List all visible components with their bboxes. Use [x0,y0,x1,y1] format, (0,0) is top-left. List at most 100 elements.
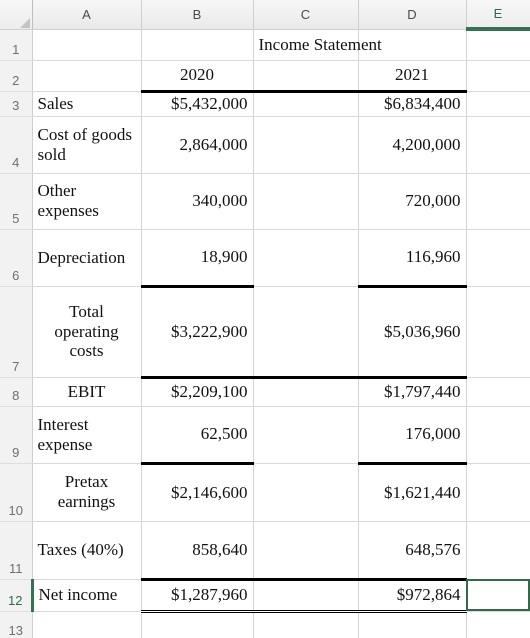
cell-d9[interactable]: 176,000 [358,406,467,465]
cell-e7[interactable] [466,286,530,378]
cell-c11[interactable] [253,521,359,581]
cell-a12[interactable]: Net income [32,579,142,612]
row-header-3[interactable]: 3 [0,91,33,117]
cell-d11[interactable]: 648,576 [358,521,467,581]
cell-d13[interactable] [358,611,467,638]
sheet-table: A B C D E 1 Income Statement 2 2020 2021… [0,0,530,638]
cell-b5[interactable]: 340,000 [141,173,254,230]
cell-a2[interactable] [32,60,142,92]
cell-c10[interactable] [253,463,359,522]
cell-d3[interactable]: $6,834,400 [358,91,467,117]
cell-d10[interactable]: $1,621,440 [358,463,467,522]
cell-b11[interactable]: 858,640 [141,521,254,581]
row-header-9[interactable]: 9 [0,406,33,464]
cell-c5[interactable] [253,173,359,230]
table-row: 2 2020 2021 [0,60,530,93]
row-header-5[interactable]: 5 [0,173,33,230]
cell-d2[interactable]: 2021 [358,60,467,93]
cell-a9[interactable]: Interest expense [32,406,142,464]
select-all-corner[interactable] [0,0,33,30]
cell-d12[interactable]: $972,864 [358,579,467,613]
table-row: 11 Taxes (40%) 858,640 648,576 [0,521,530,581]
cell-e11[interactable] [466,521,530,580]
cell-c2[interactable] [253,60,359,93]
table-row: 7 Total operating costs $3,222,900 $5,03… [0,286,530,379]
column-header-d[interactable]: D [358,0,467,30]
table-row: 4 Cost of goods sold 2,864,000 4,200,000 [0,116,530,174]
cell-b1[interactable] [141,29,254,61]
cell-c12[interactable] [253,579,359,613]
cell-e6[interactable] [466,229,530,287]
cell-b7[interactable]: $3,222,900 [141,286,254,379]
cell-e5[interactable] [466,173,530,230]
row-header-6[interactable]: 6 [0,229,33,287]
cell-c9[interactable] [253,406,359,464]
row-header-1[interactable]: 1 [0,29,33,61]
cell-e12[interactable] [466,579,530,612]
cell-d4[interactable]: 4,200,000 [358,116,467,174]
table-row: 13 [0,611,530,638]
row-header-4[interactable]: 4 [0,116,33,174]
cell-a5[interactable]: Other expenses [32,173,142,230]
row-header-13[interactable]: 13 [0,611,33,638]
cell-d7[interactable]: $5,036,960 [358,286,467,379]
cell-e2[interactable] [466,60,530,92]
cell-a7[interactable]: Total operating costs [32,286,142,378]
table-row: 1 Income Statement [0,29,530,61]
cell-a10[interactable]: Pretax earnings [32,463,142,522]
cell-c6[interactable] [253,229,359,287]
cell-b12[interactable]: $1,287,960 [141,579,254,613]
row-header-2[interactable]: 2 [0,60,33,92]
spreadsheet-grid[interactable]: A B C D E 1 Income Statement 2 2020 2021… [0,0,530,638]
cell-d8[interactable]: $1,797,440 [358,377,467,407]
row-header-12[interactable]: 12 [0,579,34,612]
table-row: 6 Depreciation 18,900 116,960 [0,229,530,288]
cell-c3[interactable] [253,91,359,117]
cell-e4[interactable] [466,116,530,174]
cell-d5[interactable]: 720,000 [358,173,467,230]
cell-d6[interactable]: 116,960 [358,229,467,288]
column-header-b[interactable]: B [141,0,254,30]
column-header-e[interactable]: E [466,0,530,31]
cell-b4[interactable]: 2,864,000 [141,116,254,174]
cell-c8[interactable] [253,377,359,407]
cell-e10[interactable] [466,463,530,522]
select-all-triangle-icon [19,17,30,28]
cell-a4[interactable]: Cost of goods sold [32,116,142,174]
cell-b2[interactable]: 2020 [141,60,254,93]
cell-b9[interactable]: 62,500 [141,406,254,465]
column-header-row: A B C D E [0,0,530,31]
table-row: 5 Other expenses 340,000 720,000 [0,173,530,230]
cell-a1[interactable] [32,29,142,61]
table-row: 12 Net income $1,287,960 $972,864 [0,579,530,613]
cell-c4[interactable] [253,116,359,174]
table-row: 10 Pretax earnings $2,146,600 $1,621,440 [0,463,530,522]
cell-e3[interactable] [466,91,530,117]
cell-a11[interactable]: Taxes (40%) [32,521,142,580]
cell-c13[interactable] [253,611,359,638]
cell-e1[interactable] [466,29,530,61]
cell-b8[interactable]: $2,209,100 [141,377,254,407]
cell-b3[interactable]: $5,432,000 [141,91,254,117]
cell-c7[interactable] [253,286,359,379]
row-header-7[interactable]: 7 [0,286,33,378]
cell-b10[interactable]: $2,146,600 [141,463,254,522]
row-header-8[interactable]: 8 [0,377,33,407]
cell-a3[interactable]: Sales [32,91,142,117]
cell-b13[interactable] [141,611,254,638]
cell-c1[interactable]: Income Statement [253,29,382,61]
cell-e13[interactable] [466,611,530,638]
column-header-c[interactable]: C [253,0,359,30]
cell-e9[interactable] [466,406,530,464]
column-header-a[interactable]: A [32,0,142,30]
table-row: 8 EBIT $2,209,100 $1,797,440 [0,377,530,407]
cell-a13[interactable] [32,611,142,638]
row-header-11[interactable]: 11 [0,521,33,580]
cell-b6[interactable]: 18,900 [141,229,254,288]
cell-a8[interactable]: EBIT [32,377,142,407]
row-header-10[interactable]: 10 [0,463,33,522]
table-row: 9 Interest expense 62,500 176,000 [0,406,530,465]
cell-a6[interactable]: Depreciation [32,229,142,287]
cell-e8[interactable] [466,377,530,407]
table-row: 3 Sales $5,432,000 $6,834,400 [0,91,530,117]
